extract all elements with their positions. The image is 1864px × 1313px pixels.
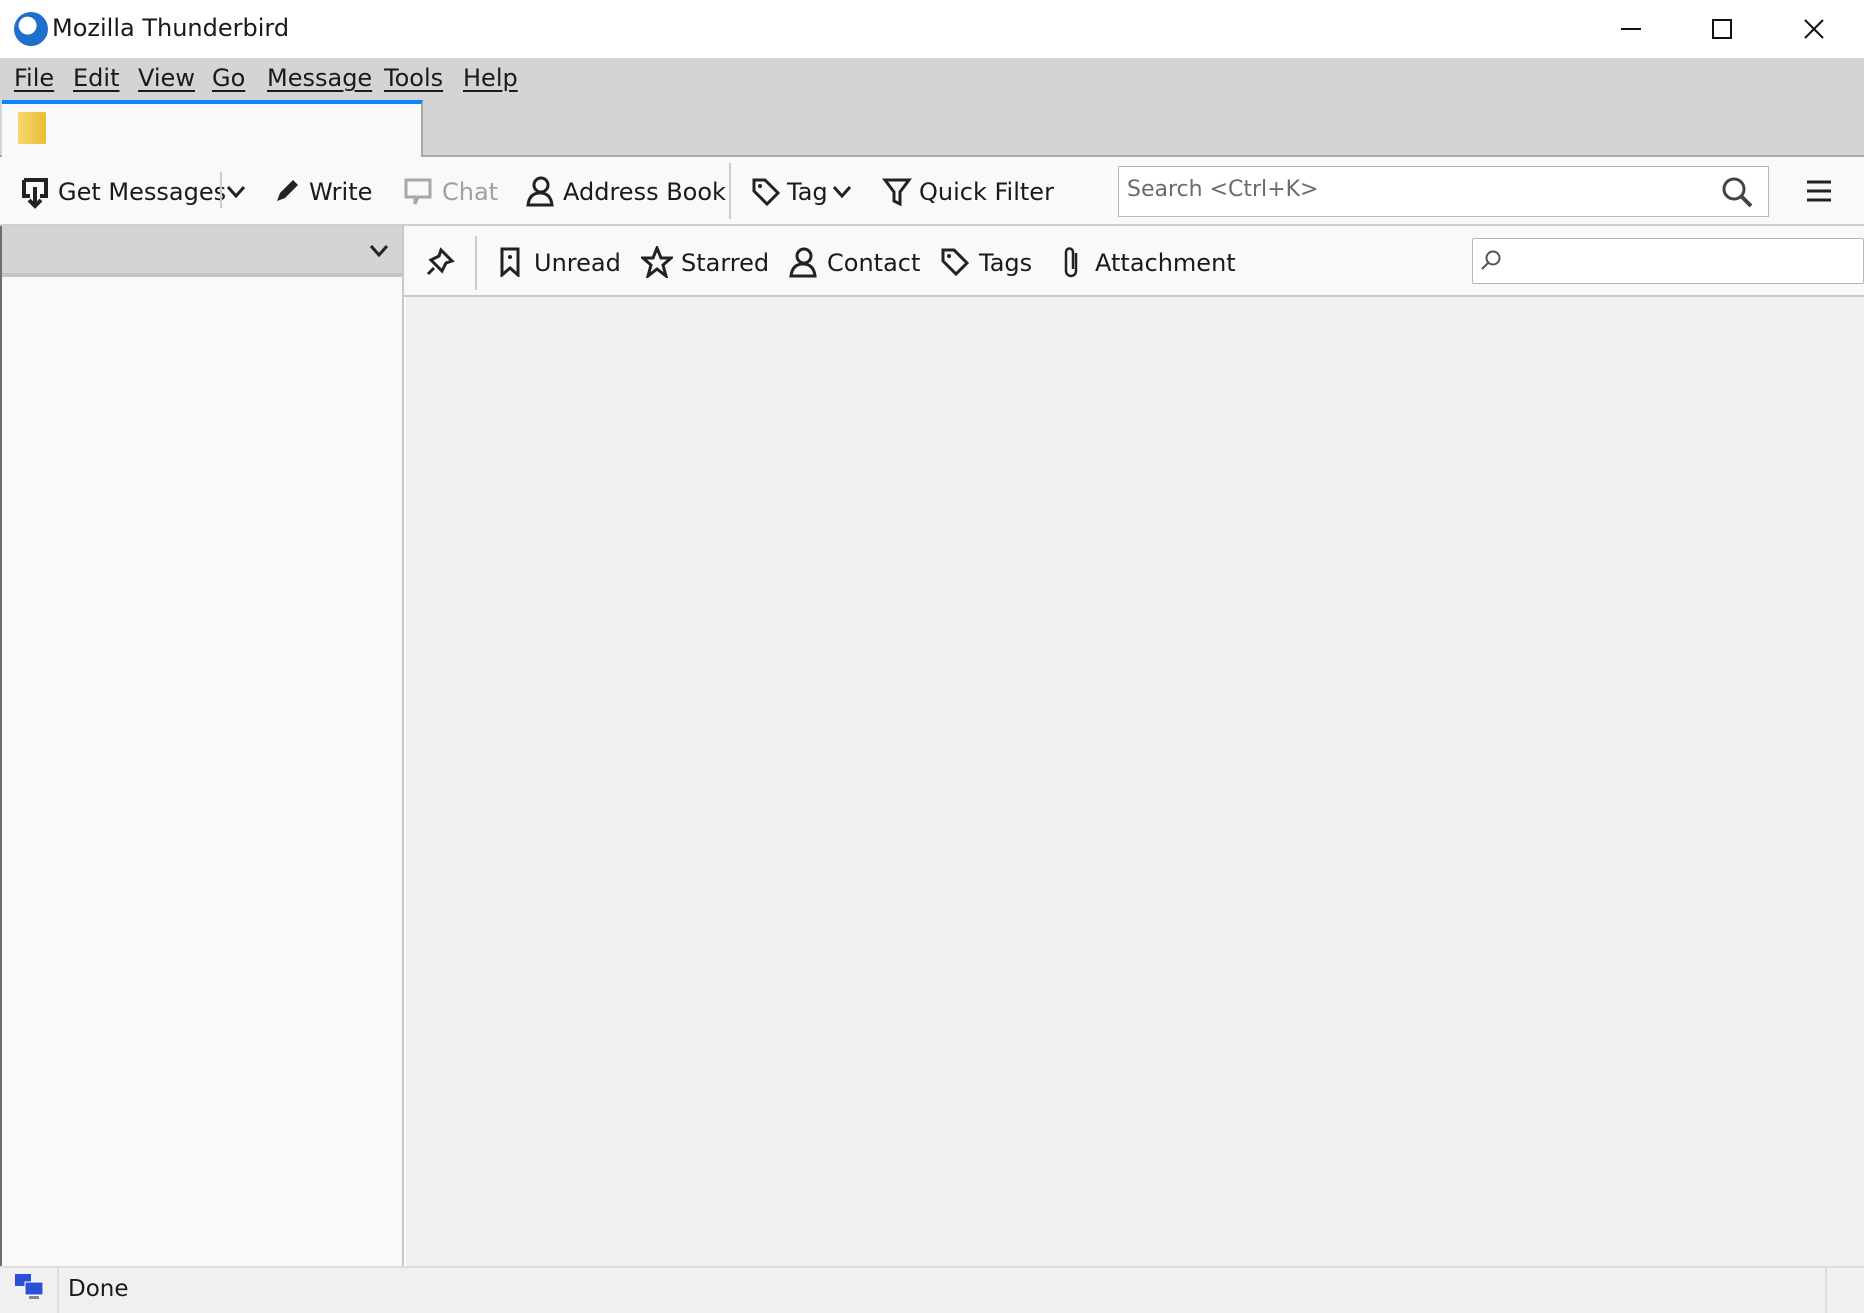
menu-go[interactable]: Go [212,64,245,92]
tab-folder[interactable] [2,100,423,159]
menu-view[interactable]: View [138,64,195,92]
star-icon[interactable] [640,245,674,279]
filter-starred-button[interactable]: Starred [681,249,769,277]
menu-file[interactable]: File [14,64,54,92]
address-book-icon[interactable] [524,174,556,208]
close-button[interactable] [1784,8,1844,50]
get-messages-dropdown-chevron-icon[interactable] [224,180,248,204]
filter-unread-button[interactable]: Unread [534,249,621,277]
menu-message[interactable]: Message [267,64,372,92]
chat-button[interactable]: Chat [442,178,498,206]
tag-icon[interactable] [750,176,782,208]
maximize-button[interactable] [1692,8,1752,50]
get-messages-icon[interactable] [20,176,50,210]
message-pane [406,297,1864,1266]
tag-chevron-down-icon[interactable] [830,180,854,204]
folder-icon [18,112,46,144]
menu-help[interactable]: Help [463,64,518,92]
separator [475,236,477,290]
quick-filter-button[interactable]: Quick Filter [919,178,1054,206]
search-icon[interactable] [1720,175,1754,209]
filter-contact-button[interactable]: Contact [827,249,920,277]
tag-button[interactable]: Tag [787,178,828,206]
status-bar [0,1266,1864,1313]
address-book-button[interactable]: Address Book [563,178,726,206]
write-button[interactable]: Write [309,178,372,206]
pencil-icon[interactable] [272,176,302,206]
separator [729,163,731,219]
menu-edit[interactable]: Edit [73,64,119,92]
filter-tags-button[interactable]: Tags [979,249,1032,277]
pin-icon[interactable] [424,246,456,278]
status-text: Done [68,1276,129,1302]
hamburger-menu-icon[interactable] [1804,176,1834,206]
search-icon [1478,248,1504,274]
get-messages-button[interactable]: Get Messages [58,178,226,206]
window-title: Mozilla Thunderbird [52,14,290,42]
tags-icon[interactable] [938,245,972,279]
menu-tools[interactable]: Tools [384,64,443,92]
quick-filter-search-input[interactable] [1472,238,1864,284]
separator [220,172,222,208]
paperclip-icon[interactable] [1058,244,1086,280]
folder-view-chevron-down-icon[interactable] [366,240,392,262]
contact-icon[interactable] [786,245,820,279]
chat-icon[interactable] [402,176,434,208]
filter-icon[interactable] [881,176,913,208]
thunderbird-logo-icon [14,12,48,46]
filter-attachment-button[interactable]: Attachment [1095,249,1236,277]
bookmark-icon[interactable] [496,246,524,278]
separator [57,1268,59,1313]
global-search-input[interactable]: Search <Ctrl+K> [1118,166,1769,217]
folder-pane-header[interactable] [2,226,402,277]
online-status-icon[interactable] [14,1272,46,1302]
minimize-button[interactable] [1601,8,1661,50]
folder-pane [2,226,404,1266]
separator [1825,1268,1827,1313]
